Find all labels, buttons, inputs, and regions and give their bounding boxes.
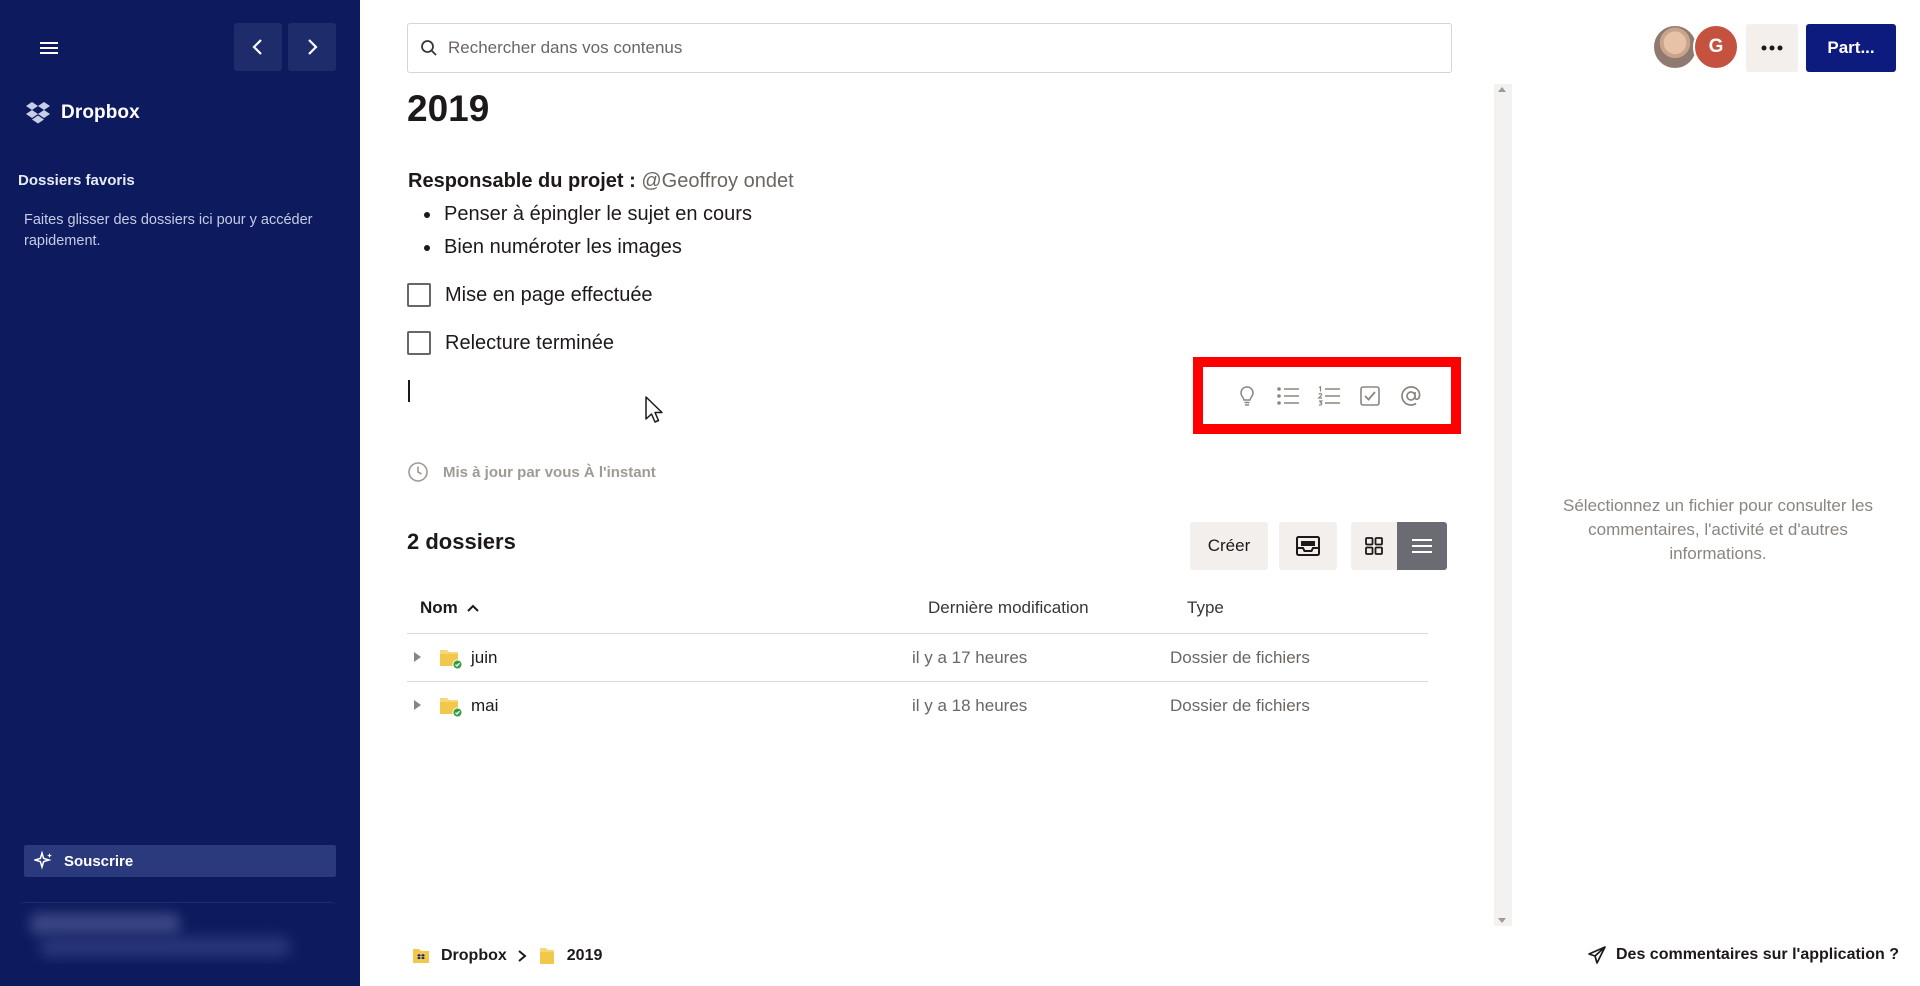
app-window: Dropbox Dossiers favoris Faites glisser … [0,0,1920,986]
back-button[interactable] [234,23,282,71]
todo-checkbox[interactable] [407,331,431,355]
mouse-pointer-icon [645,396,663,423]
sparkle-icon [34,851,52,870]
list-view-button[interactable] [1397,522,1447,570]
bullet-list[interactable]: Penser à épingler le sujet en cours Bien… [424,201,752,267]
scroll-up-icon[interactable] [1498,87,1506,92]
expand-triangle-icon[interactable] [411,699,423,711]
column-name-label: Nom [420,598,458,617]
folder-modified: il y a 18 heures [912,696,1028,715]
todo-checkbox[interactable] [407,283,431,307]
bullet-item[interactable]: Penser à épingler le sujet en cours [424,201,752,234]
chevron-right-icon [518,950,527,962]
share-button[interactable]: Part... [1806,24,1896,72]
insert-toolbar [1212,376,1440,416]
sort-ascending-icon [467,604,479,612]
folders-count-title: 2 dossiers [407,529,516,554]
search-input[interactable] [448,38,1408,58]
favorites-title: Dossiers favoris [18,172,135,189]
create-button[interactable]: Créer [1190,522,1268,570]
menu-icon[interactable] [38,38,64,60]
paper-plane-icon [1588,946,1606,964]
table-row[interactable]: juin il y a 17 heures Dossier de fichier… [407,634,1428,681]
owner-label: Responsable du projet : [408,170,636,192]
numbered-list-icon[interactable] [1314,381,1344,411]
column-header-modified[interactable]: Dernière modification [928,598,1089,618]
chevron-left-icon [252,39,262,55]
project-owner-line[interactable]: Responsable du projet : @Geoffroy ondet [408,170,794,193]
favorites-hint: Faites glisser des dossiers ici pour y a… [24,212,313,249]
search-bar[interactable] [407,23,1452,73]
last-updated: Mis à jour par vous À l'instant [407,461,656,483]
avatar[interactable]: G [1693,24,1739,70]
mention-at-icon[interactable] [1396,381,1426,411]
folder-type: Dossier de fichiers [1170,696,1310,715]
more-options-button[interactable] [1746,24,1798,72]
inbox-save-icon [1296,536,1320,556]
folder-name[interactable]: mai [471,696,498,716]
grid-view-button[interactable] [1351,522,1397,570]
checkbox-icon[interactable] [1355,381,1385,411]
todo-label: Mise en page effectuée [445,283,653,306]
folder-modified: il y a 17 heures [912,648,1028,667]
owner-mention[interactable]: @Geoffroy ondet [641,170,793,192]
column-header-name[interactable]: Nom [420,598,480,618]
dropbox-folder-icon [413,949,429,963]
breadcrumb-current[interactable]: 2019 [537,945,603,967]
breadcrumb: Dropbox 2019 [411,945,602,967]
table-row[interactable]: mai il y a 18 heures Dossier de fichiers [407,682,1428,729]
todo-item[interactable]: Mise en page effectuée [407,283,653,307]
account-menu[interactable] [20,902,336,964]
todo-label: Relecture terminée [445,331,614,354]
todo-item[interactable]: Relecture terminée [407,331,614,355]
list-icon [1412,539,1432,553]
vertical-scrollbar[interactable] [1494,84,1512,926]
breadcrumb-root-label: Dropbox [441,947,507,964]
bullet-list-icon[interactable] [1273,381,1303,411]
synced-folder-icon [440,650,463,670]
dropbox-icon [26,102,50,124]
save-to-dropbox-button[interactable] [1279,522,1337,570]
document-title[interactable]: 2019 [407,88,489,130]
expand-triangle-icon[interactable] [411,651,423,663]
forward-button[interactable] [288,23,336,71]
avatar-photo[interactable] [1652,24,1698,70]
chevron-right-icon [308,39,318,55]
scroll-down-icon[interactable] [1498,918,1506,923]
sidebar: Dropbox Dossiers favoris Faites glisser … [0,0,360,986]
info-panel-hint: Sélectionnez un fichier pour consulter l… [1563,496,1873,563]
clock-icon [408,462,428,482]
subscribe-button[interactable]: Souscrire [24,845,336,877]
column-header-type[interactable]: Type [1187,598,1224,618]
breadcrumb-current-label: 2019 [566,947,603,964]
synced-folder-icon [440,698,463,718]
breadcrumb-root[interactable]: Dropbox [411,945,507,967]
blurred-account-email [40,937,290,957]
lightbulb-icon[interactable] [1232,381,1262,411]
grid-icon [1365,537,1383,555]
text-caret[interactable] [408,380,410,402]
feedback-link[interactable]: Des commentaires sur l'application ? [1587,945,1899,965]
folder-name[interactable]: juin [471,648,497,668]
bullet-item[interactable]: Bien numéroter les images [424,234,752,267]
folder-type: Dossier de fichiers [1170,648,1310,667]
subscribe-label: Souscrire [64,852,134,870]
feedback-label: Des commentaires sur l'application ? [1616,946,1899,963]
last-updated-text: Mis à jour par vous À l'instant [443,463,656,481]
logo-text: Dropbox [61,102,140,123]
folder-icon [539,948,554,964]
blurred-account-name [30,913,180,935]
search-icon [421,40,437,56]
ellipsis-icon [1761,45,1783,51]
dropbox-logo[interactable]: Dropbox [25,101,140,125]
